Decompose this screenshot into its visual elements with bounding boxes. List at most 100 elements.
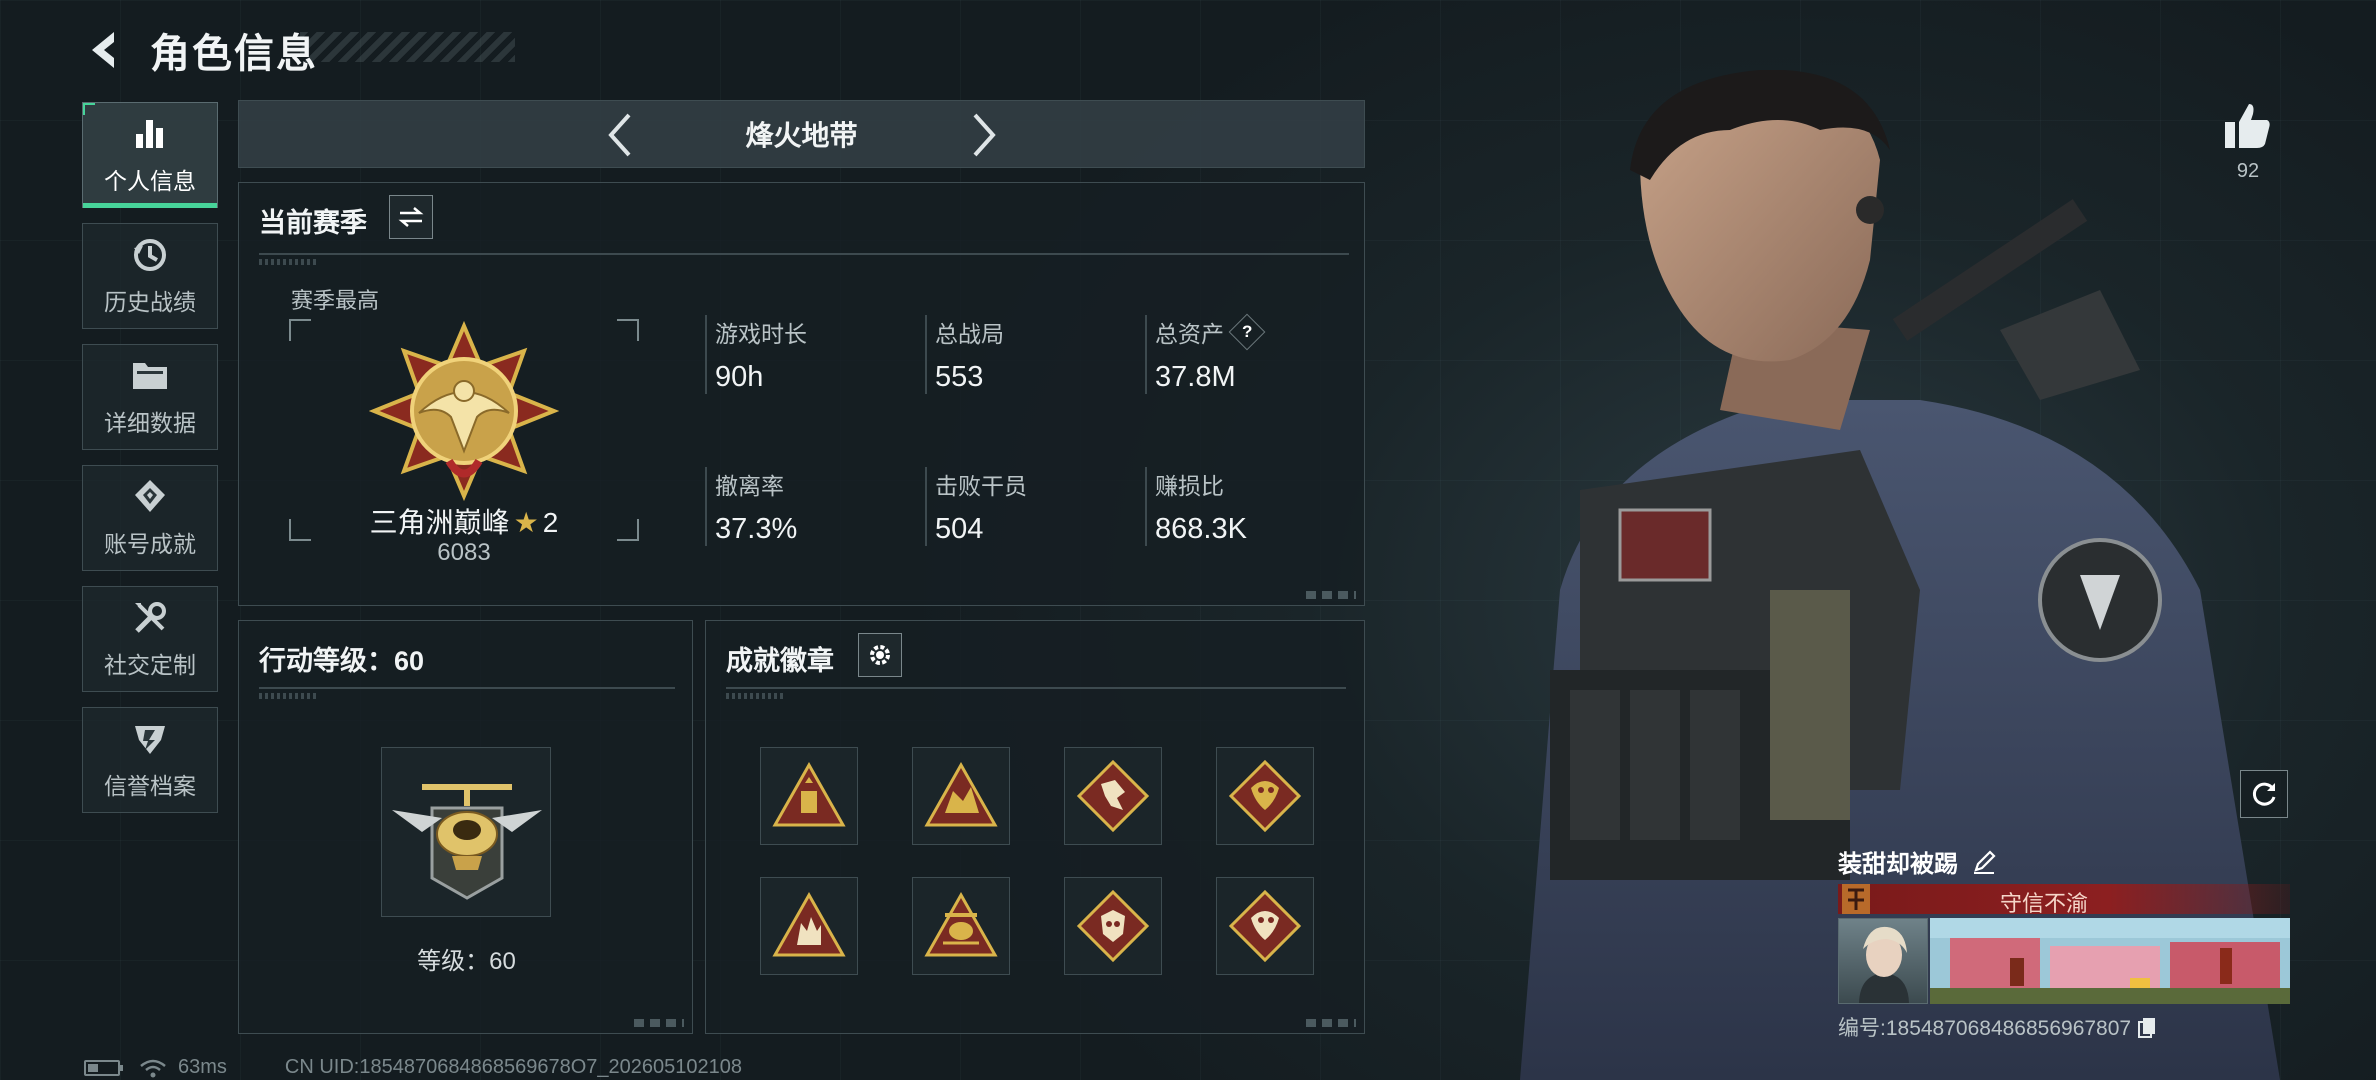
panel-decoration: [1306, 1019, 1356, 1027]
help-icon[interactable]: ?: [1228, 313, 1266, 351]
achievement-badge[interactable]: [1064, 747, 1162, 845]
refresh-icon: [2252, 782, 2276, 806]
sidebar-item-social-custom[interactable]: 社交定制: [82, 586, 218, 692]
triangle-badge-icon: [924, 761, 998, 827]
player-id: 编号:185487068486856967807: [1838, 1012, 2159, 1042]
stat-value: 504: [935, 513, 984, 545]
rank-name: 三角洲巅峰 ★ 2: [289, 501, 639, 541]
thumbs-up-icon: [2225, 104, 2270, 148]
title-decoration: [300, 32, 515, 62]
sidebar-item-detailed-data[interactable]: 详细数据: [82, 344, 218, 450]
avatar[interactable]: [1838, 918, 1928, 1004]
page-title: 角色信息: [150, 32, 318, 76]
player-card: 装甜却被踢 守信不渝 编号:185487068486856967807: [1830, 838, 2290, 1048]
season-best-label: 赛季最高: [291, 288, 380, 313]
achievement-icon: [130, 477, 170, 517]
divider: [726, 687, 1346, 699]
sidebar-item-reputation[interactable]: 信誉档案: [82, 707, 218, 813]
panel-decoration: [1306, 591, 1356, 599]
back-button[interactable]: [80, 26, 128, 74]
stat-extraction-rate: 撤离率 37.3%: [705, 467, 915, 546]
sidebar-item-personal-info[interactable]: 个人信息: [82, 102, 218, 208]
avatar-portrait-icon: [1859, 926, 1909, 1003]
stat-label: 游戏时长: [715, 321, 807, 347]
achievement-badge[interactable]: [1216, 877, 1314, 975]
diamond-badge-icon: [1076, 759, 1150, 833]
next-mode-button[interactable]: [961, 113, 1005, 157]
sidebar-item-label: 社交定制: [104, 652, 196, 678]
sidebar-item-history[interactable]: 历史战绩: [82, 223, 218, 329]
back-arrow-icon: [92, 32, 114, 68]
sidebar-item-label: 信誉档案: [104, 773, 196, 799]
mode-name: 烽火地带: [745, 120, 858, 151]
sidebar-item-label: 历史战绩: [104, 289, 196, 315]
panel-decoration: [634, 1019, 684, 1027]
wifi-icon: [140, 1059, 166, 1077]
prev-mode-button[interactable]: [599, 113, 643, 157]
triangle-badge-icon: [772, 891, 846, 957]
stat-value: 37.3%: [715, 513, 798, 545]
sidebar-item-achievements[interactable]: 账号成就: [82, 465, 218, 571]
folder-icon: [130, 356, 170, 396]
ping-value: 63ms: [178, 1056, 227, 1078]
like-button[interactable]: [2220, 96, 2276, 156]
achievement-badge[interactable]: [760, 747, 858, 845]
action-level-panel: 行动等级：60 等级：60: [238, 620, 693, 1034]
copy-icon[interactable]: [2137, 1016, 2159, 1038]
season-panel: 当前赛季 赛季最高 三角洲巅峰 ★ 2 6083 游戏时长 90h 总战局 553 …: [238, 182, 1365, 606]
sidebar-item-label: 账号成就: [104, 531, 196, 557]
stat-play-time: 游戏时长 90h: [705, 315, 915, 394]
battery-icon: [84, 1059, 123, 1076]
player-name: 装甜却被踢: [1838, 844, 1998, 879]
achievement-settings-button[interactable]: [858, 633, 902, 677]
title-badge-text: 守信不渝: [1999, 891, 2088, 916]
edit-name-button[interactable]: [1970, 848, 1998, 876]
title-badge: 守信不渝: [1838, 884, 2290, 916]
gear-icon: [870, 645, 890, 665]
triangle-badge-icon: [772, 761, 846, 827]
sidebar-item-label: 详细数据: [104, 410, 196, 436]
header: 角色信息: [80, 20, 318, 80]
chevron-left-icon: [608, 113, 631, 157]
sidebar-item-label: 个人信息: [104, 168, 196, 194]
status-bar: 63ms CN UID:1854870684868569678O7_202605…: [84, 1056, 742, 1079]
achievement-badge[interactable]: [760, 877, 858, 975]
rank-stars: 2: [542, 507, 559, 538]
switch-season-button[interactable]: [389, 195, 433, 239]
rotate-view-button[interactable]: [2240, 770, 2288, 818]
player-name-text: 装甜却被踢: [1838, 851, 1958, 878]
stat-label: 总资产 ?: [1155, 313, 1355, 351]
stat-value: 37.8M: [1155, 361, 1236, 393]
achievement-grid: [760, 747, 1314, 975]
action-level-title: 行动等级：60: [259, 646, 425, 676]
rank-score: 6083: [437, 539, 491, 566]
mode-selector: 烽火地带: [238, 100, 1365, 168]
achievement-badge[interactable]: [1216, 747, 1314, 845]
divider: [259, 687, 675, 699]
rank-name-text: 三角洲巅峰: [369, 507, 510, 538]
stat-total-matches: 总战局 553: [925, 315, 1135, 394]
divider: [259, 253, 1349, 265]
stat-value: 90h: [715, 361, 764, 393]
pencil-icon: [1974, 849, 1996, 874]
season-title: 当前赛季: [259, 208, 367, 238]
sidebar: 个人信息 历史战绩 详细数据 账号成就 社交定制 信誉档案: [82, 102, 218, 828]
bar-chart-icon: [130, 114, 170, 154]
history-clock-icon: [130, 235, 170, 275]
swap-icon: [398, 207, 424, 227]
stat-profit-loss-ratio: 赚损比 868.3K: [1145, 467, 1355, 546]
level-badge[interactable]: [381, 747, 551, 917]
reputation-icon: [130, 719, 170, 759]
achievement-badge[interactable]: [912, 747, 1010, 845]
achievement-badge[interactable]: [1064, 877, 1162, 975]
tools-icon: [130, 598, 170, 638]
diamond-badge-icon: [1076, 889, 1150, 963]
profile-banner[interactable]: [1930, 918, 2290, 1004]
star-icon: ★: [513, 507, 539, 538]
rank-emblem-icon: [369, 321, 559, 501]
stat-total-assets: 总资产 ? 37.8M: [1145, 313, 1355, 394]
stat-label: 击败干员: [935, 473, 1027, 499]
chevron-right-icon: [973, 113, 996, 157]
achievement-badge[interactable]: [912, 877, 1010, 975]
stat-label-text: 总资产: [1155, 321, 1224, 347]
